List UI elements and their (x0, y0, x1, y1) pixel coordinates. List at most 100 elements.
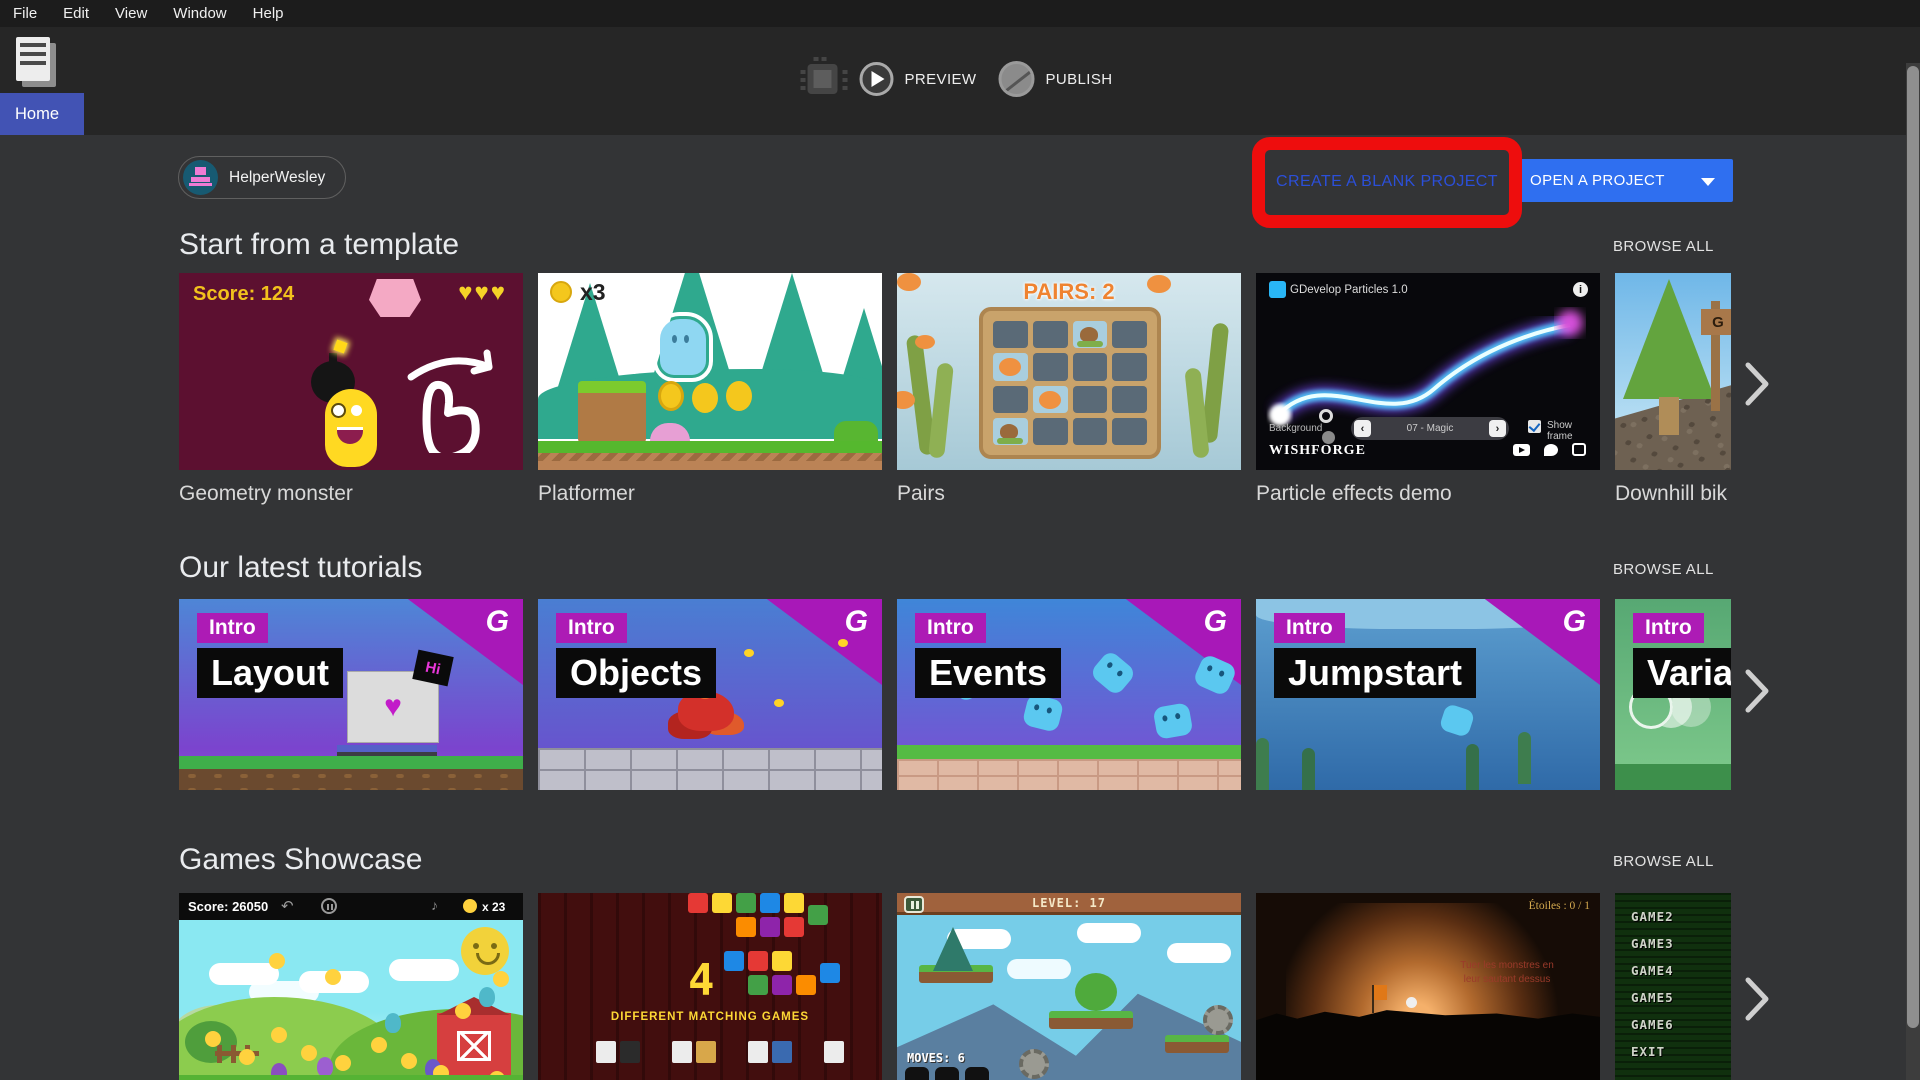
background-swatch-ring (1319, 409, 1333, 423)
tab-home[interactable]: Home (0, 93, 84, 135)
tutorial-title: Objects (556, 648, 716, 698)
layout-thumbnail: G ♥ Hi Intro Layout (179, 599, 523, 790)
create-blank-project-button[interactable]: CREATE A BLANK PROJECT (1265, 160, 1509, 204)
templates-row: Score: 124 ♥♥♥ Geometry monster (179, 273, 1731, 513)
menu-window[interactable]: Window (173, 5, 226, 22)
menu-help[interactable]: Help (253, 5, 284, 22)
browse-all-tutorials[interactable]: BROWSE ALL (1613, 561, 1714, 578)
template-caption: Particle effects demo (1256, 482, 1600, 506)
open-project-button[interactable]: OPEN A PROJECT (1510, 159, 1733, 202)
coin-icon (550, 281, 572, 303)
sign-board: G (1701, 309, 1731, 335)
fish-sprites (897, 273, 921, 291)
clouds (209, 963, 279, 985)
intro-badge: Intro (1633, 613, 1704, 643)
chicks-game-thumbnail: Score: 26050 ↶ ♪ x 23 (179, 893, 523, 1080)
tutorial-card-layout[interactable]: G ♥ Hi Intro Layout (179, 599, 523, 790)
template-card-particle-demo[interactable]: GDevelop Particles 1.0 i Background (1256, 273, 1600, 506)
pentagon-shape (369, 279, 421, 317)
tutorials-next-arrow[interactable] (1744, 668, 1770, 714)
template-card-downhill-bike[interactable]: G Downhill bik (1615, 273, 1731, 506)
preview-label: PREVIEW (905, 71, 977, 88)
browse-all-templates[interactable]: BROWSE ALL (1613, 238, 1714, 255)
showcase-next-arrow[interactable] (1744, 976, 1770, 1022)
seaweed (928, 362, 954, 458)
tutorial-title: Variab (1633, 648, 1731, 698)
showcase-card-platform-puzzle[interactable]: LEVEL: 17 MOVES: 6 (897, 893, 1241, 1080)
template-caption: Geometry monster (179, 482, 523, 506)
publish-label: PUBLISH (1045, 71, 1112, 88)
background-label: Background (1269, 423, 1322, 434)
score-text: Score: 26050 (188, 899, 268, 914)
moves-text: MOVES: 6 (907, 1051, 965, 1065)
scrollbar-track[interactable] (1906, 63, 1920, 1080)
menu-item: GAME4 (1631, 963, 1674, 978)
showcase-card-game-menu[interactable]: GAME2 GAME3 GAME4 GAME5 GAME6 EXIT (1615, 893, 1731, 1080)
project-manager-icon[interactable] (16, 37, 50, 81)
intro-badge: Intro (556, 613, 627, 643)
template-card-pairs[interactable]: PAIRS: 2 (897, 273, 1241, 506)
card-tile (1033, 353, 1068, 380)
card-tile (1033, 321, 1068, 348)
monster-sprite (325, 389, 377, 467)
hint-line2: leur sautant dessus (1442, 973, 1572, 987)
preset-next-button: › (1489, 420, 1506, 437)
grass-strip (179, 756, 523, 769)
grass-strip (897, 745, 1241, 759)
card-tile (1112, 321, 1147, 348)
platform (1049, 1011, 1133, 1029)
showcase-card-tile-matching[interactable]: 4 DIFFERENT MATCHING GAMES (538, 893, 882, 1080)
tutorial-card-objects[interactable]: G Intro Objects (538, 599, 882, 790)
menu-view[interactable]: View (115, 5, 147, 22)
player-sprite (660, 319, 706, 375)
showcase-row: Score: 26050 ↶ ♪ x 23 4 DIFFERENT MATCHI… (179, 893, 1731, 1080)
tile-game-thumbnail: 4 DIFFERENT MATCHING GAMES (538, 893, 882, 1080)
scrollbar-thumb[interactable] (1907, 66, 1919, 1028)
saw-blade (1019, 1049, 1049, 1079)
toolbar: PREVIEW PUBLISH (0, 27, 1920, 135)
pause-icon (321, 898, 337, 914)
dirt-strip (179, 769, 523, 790)
templates-track: Score: 124 ♥♥♥ Geometry monster (179, 273, 1731, 506)
objects-thumbnail: G Intro Objects (538, 599, 882, 790)
menu-item: EXIT (1631, 1044, 1665, 1059)
play-circle-icon (860, 62, 894, 96)
heart-sprite: ♥ (384, 690, 402, 724)
menu-item: GAME6 (1631, 1017, 1674, 1032)
tutorials-row: G ♥ Hi Intro Layout G (179, 599, 1731, 790)
browse-all-showcase[interactable]: BROWSE ALL (1613, 853, 1714, 870)
publish-button[interactable]: PUBLISH (998, 61, 1112, 97)
grass-strip (179, 1075, 523, 1080)
user-profile-chip[interactable]: HelperWesley (178, 156, 346, 199)
barn-door (457, 1031, 491, 1061)
particle-demo-thumbnail: GDevelop Particles 1.0 i Background (1256, 273, 1600, 470)
stars-counter: Étoiles : 0 / 1 (1529, 900, 1590, 912)
preview-button[interactable]: PREVIEW (860, 62, 977, 96)
tutorial-card-jumpstart[interactable]: G Intro Jumpstart (1256, 599, 1600, 790)
tutorial-title: Layout (197, 648, 343, 698)
card-tile (1073, 386, 1108, 413)
tutorial-card-variables[interactable]: +1 Intro Variab (1615, 599, 1731, 790)
debug-icon[interactable] (808, 64, 838, 94)
template-card-platformer[interactable]: x3 Platformer (538, 273, 882, 506)
chick-sprite (1089, 649, 1137, 697)
section-title-tutorials: Our latest tutorials (179, 551, 422, 585)
coin-count: x3 (580, 279, 606, 306)
showcase-card-night-platformer[interactable]: Étoiles : 0 / 1 Tuer les monstres en leu… (1256, 893, 1600, 1080)
tutorial-card-events[interactable]: G Intro Events (897, 599, 1241, 790)
preset-prev-button: ‹ (1354, 420, 1371, 437)
card-tile (1112, 353, 1147, 380)
tutorials-track: G ♥ Hi Intro Layout G (179, 599, 1731, 790)
templates-next-arrow[interactable] (1744, 361, 1770, 407)
level-text: LEVEL: 17 (897, 896, 1241, 910)
card-tile (1033, 418, 1068, 445)
template-card-geometry-monster[interactable]: Score: 124 ♥♥♥ Geometry monster (179, 273, 523, 506)
player-ball (1406, 997, 1417, 1008)
menu-file[interactable]: File (13, 5, 37, 22)
showcase-card-chicks[interactable]: Score: 26050 ↶ ♪ x 23 (179, 893, 523, 1080)
itch-icon (1572, 443, 1586, 456)
gdevelop-logo: G (1204, 605, 1227, 639)
twitter-icon (1544, 444, 1558, 456)
menu-edit[interactable]: Edit (63, 5, 89, 22)
card-tile-fish (993, 353, 1028, 380)
